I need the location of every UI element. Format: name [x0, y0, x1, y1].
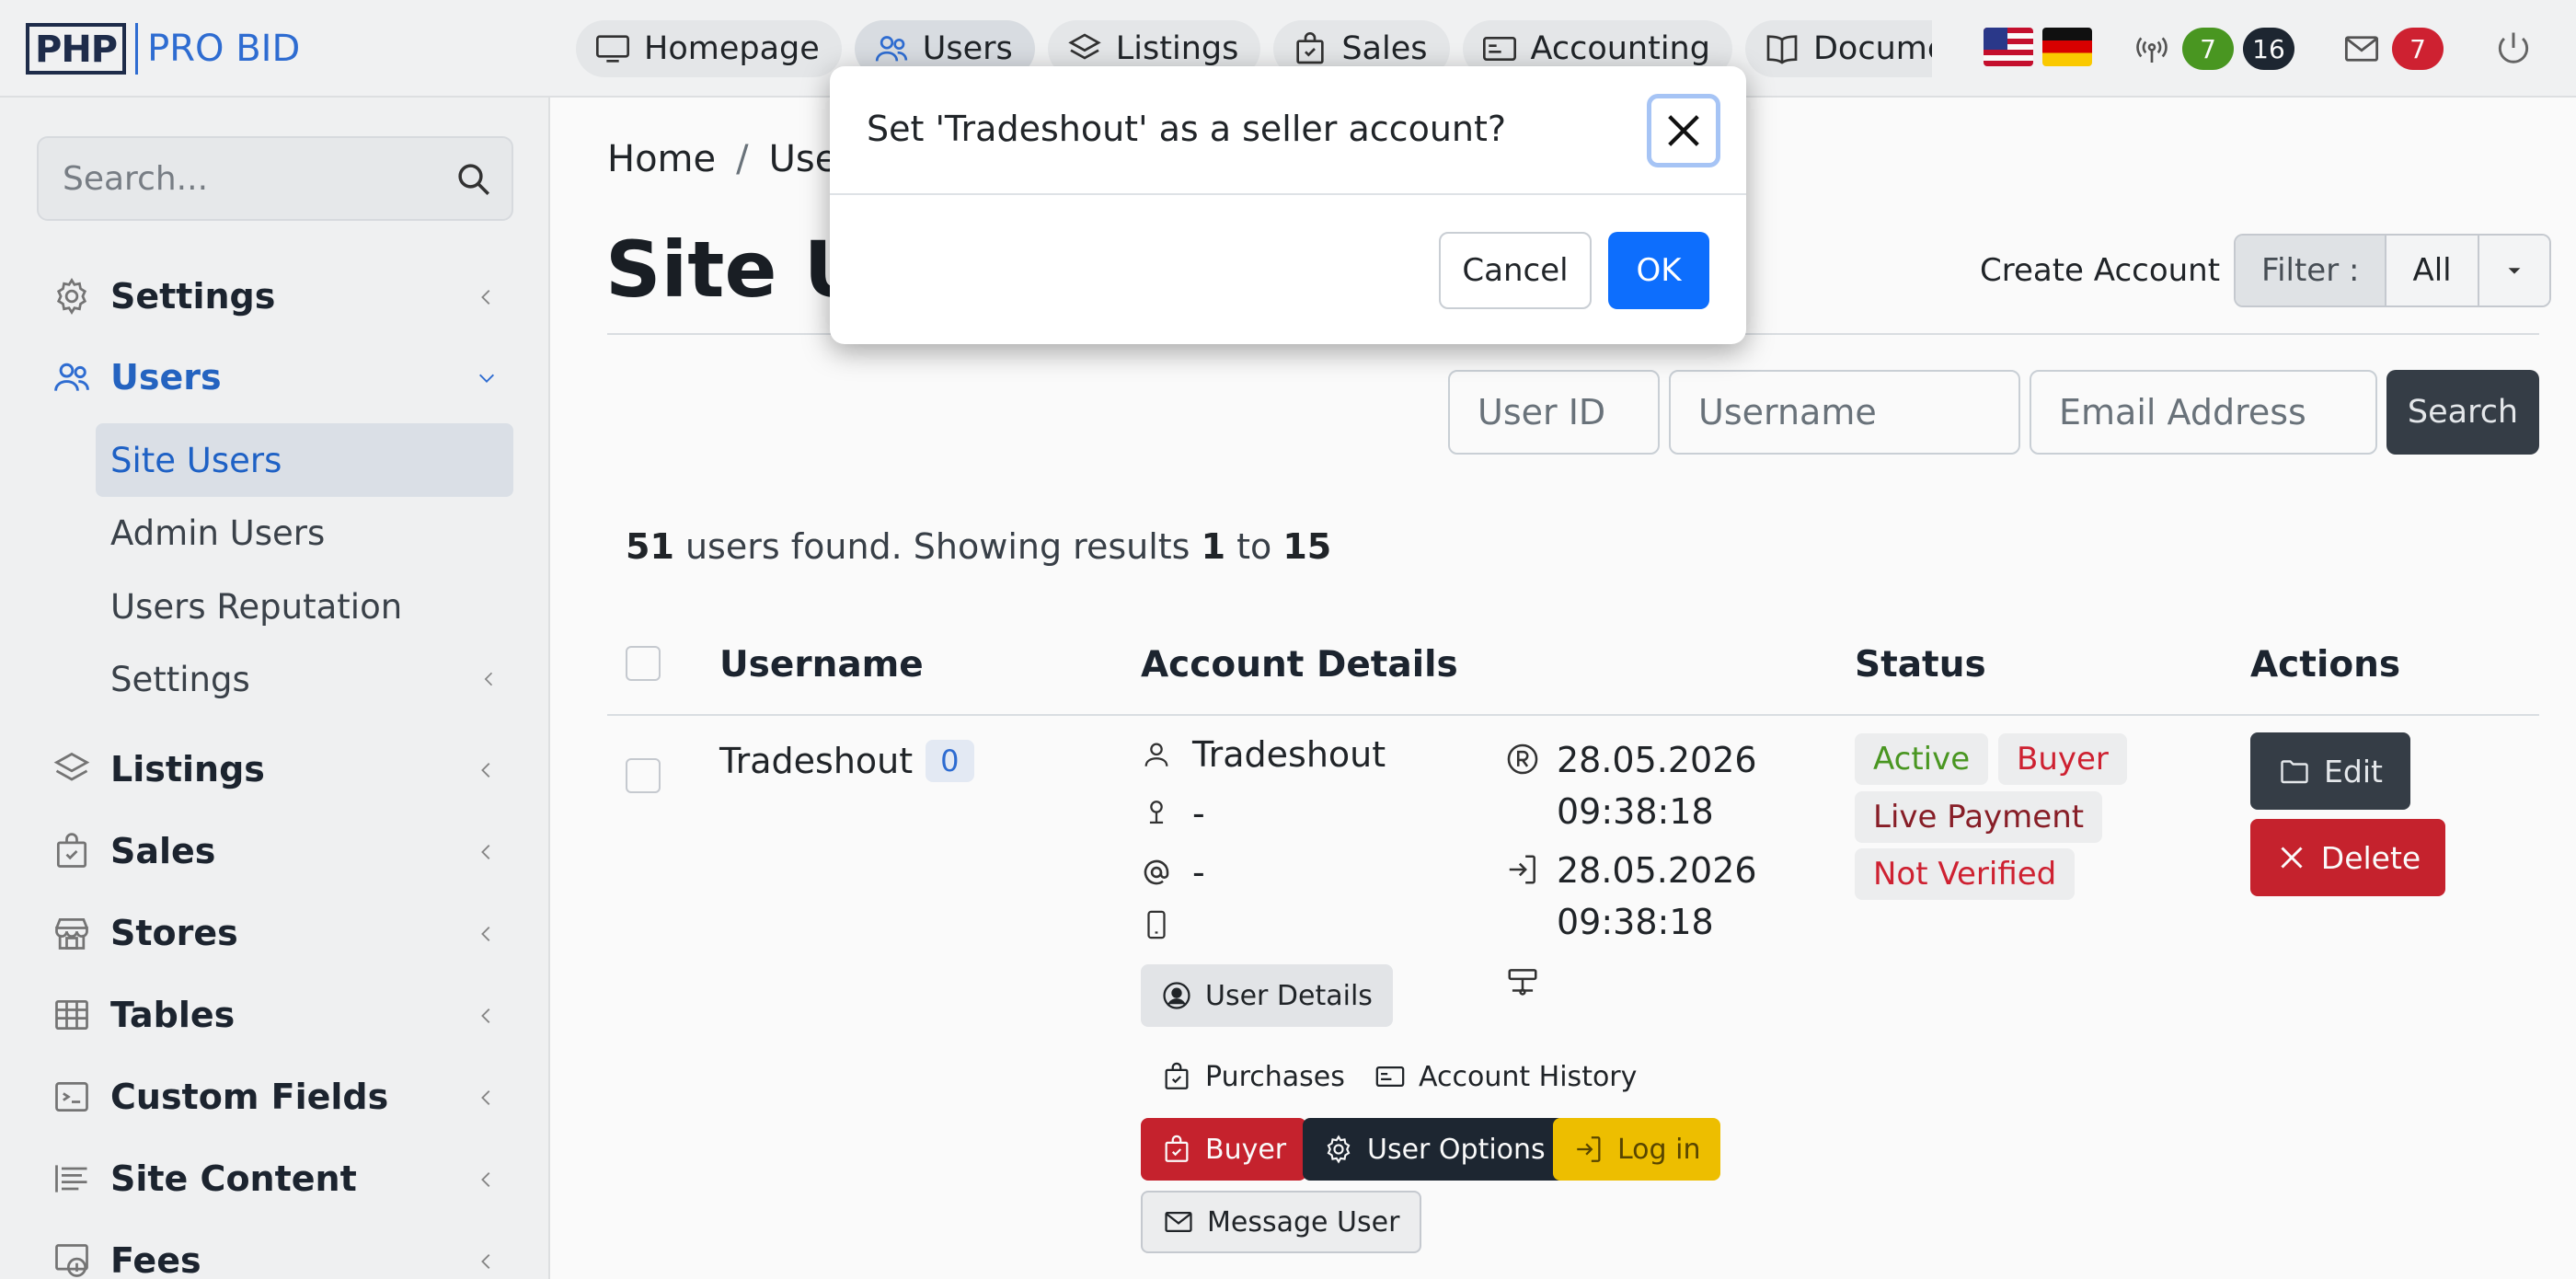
dialog-title: Set 'Tradeshout' as a seller account?: [867, 109, 1507, 149]
dialog-close-button[interactable]: [1647, 94, 1720, 167]
close-icon: [1668, 115, 1699, 146]
dialog-cancel-button[interactable]: Cancel: [1439, 232, 1592, 309]
dialog-ok-button[interactable]: OK: [1608, 232, 1709, 309]
confirm-dialog: Set 'Tradeshout' as a seller account? Ca…: [830, 66, 1746, 344]
